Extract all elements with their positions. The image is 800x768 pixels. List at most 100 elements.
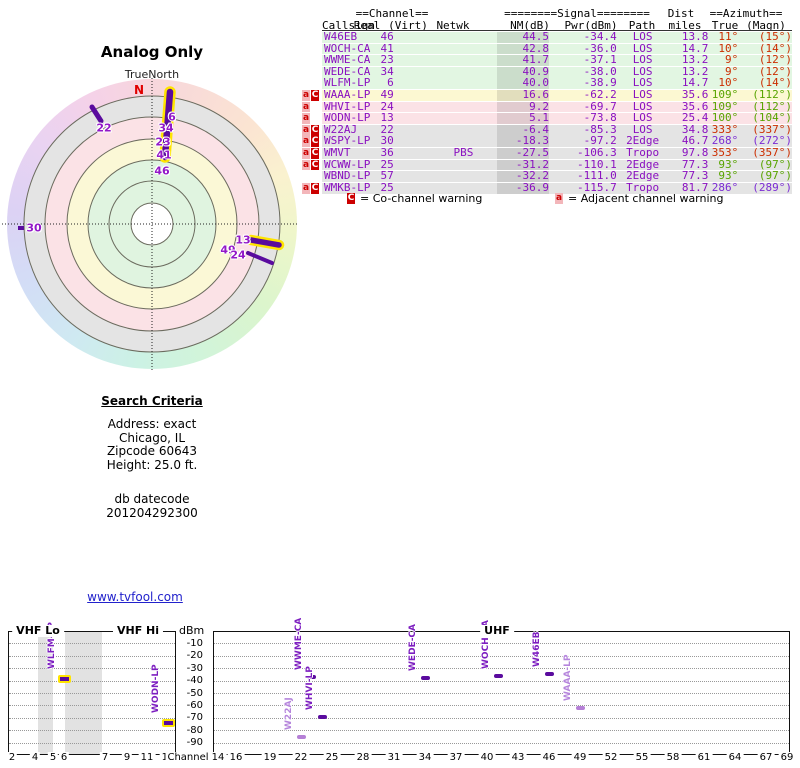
co-channel-warning-icon: C [311,159,319,171]
station-callsign-label: WODN-LP [151,663,161,713]
station-marker [296,734,306,739]
cell-virt [394,32,430,43]
cell-nm: -36.9 [497,182,550,194]
station-callsign-label: WAAA-LP [563,654,573,702]
adjacent-warning-icon: a [302,124,310,136]
gridline [9,742,175,744]
cell-virt [394,55,430,66]
channel-tick-label: 69 [778,752,796,763]
channel-tick-label: 28 [354,752,372,763]
dbm-tick-label: -50 [186,687,203,699]
db-datecode-line: 201204292300 [106,505,198,520]
gridline [214,730,789,732]
gridline [214,717,789,719]
cell-virt [394,90,430,101]
tvfool-link[interactable]: www.tvfool.com [87,590,183,604]
search-criteria: Search Criteria Address: exact Chicago, I… [32,390,272,520]
header-channel-group: ==Channel== [355,7,429,20]
band-label: VHF Hi [112,625,164,637]
polar-channel-label: 41 [156,148,172,162]
station-callsign-label: WHVI-LP [305,666,315,711]
channel-tick-label: 31 [385,752,403,763]
col-path: Path [628,18,656,32]
polar-channel-label: 23 [155,135,171,149]
adjacent-warning-icon: a [302,90,310,101]
adjacent-warning-icon: a [302,136,310,148]
channel-tick-label: 34 [416,752,434,763]
col-netwk: Netwk [436,18,470,32]
polar-channel-label: 13 [235,233,251,247]
channel-tick-label: 37 [447,752,465,763]
station-callsign-label: W46EB [532,631,542,667]
col-magn: (Magn) [746,18,786,32]
search-criteria-line: Zipcode 60643 [106,444,198,458]
channel-tick-label: 4 [29,752,41,763]
channel-tick-label: 55 [633,752,651,763]
gridline [214,680,789,682]
polar-channel-label: 30 [26,221,42,235]
true-north-label: TrueNorth [124,68,180,81]
station-callsign-label: WEDE-CA [408,624,418,672]
gridline [9,717,175,719]
gridline [214,705,789,707]
search-criteria-line: Chicago, IL [118,430,186,445]
dbm-tick-label: -30 [186,662,203,674]
db-datecode-line: db datecode [114,492,190,506]
col-miles: miles [668,18,702,32]
table-row: aCWWME-CA2341.7-37.1LOS13.29°(12°) [302,54,798,66]
header-signal-group: ========Signal======== [504,7,650,20]
dbm-tick-label: -70 [186,712,203,724]
channel-tick-label: 40 [478,752,496,763]
cell-netwk [430,90,498,101]
cell-netwk [430,171,498,182]
co-channel-warning-icon: C [311,182,319,194]
adjacent-warning-icon: a [302,159,310,171]
channel-tick-label: 61 [695,752,713,763]
cell-virt [394,102,430,113]
cell-netwk [430,160,498,171]
channel-tick-label: 14 [209,752,227,763]
polar-plot [2,78,298,370]
col-pwr: Pwr(dBm) [564,18,618,32]
cell-netwk [430,78,498,89]
table-row: aCWOCH-CA4142.8-36.0LOS14.710°(14°) [302,43,798,55]
station-marker [544,671,554,676]
gridline [9,730,175,732]
channel-tick-label: 22 [292,752,310,763]
polar-channel-label: 46 [154,164,170,178]
cell-netwk [430,55,498,66]
cell-virt [394,171,430,182]
channel-tick-label: 16 [227,752,245,763]
cell-netwk [430,125,498,136]
cell-netwk [430,44,498,55]
cell-virt [394,136,430,147]
gridline [9,643,175,645]
dbm-tick-label: -90 [186,737,203,749]
channel-tick-label: 7 [99,752,111,763]
channel-tick-label: 49 [571,752,589,763]
cell-virt [394,44,430,55]
header-azimuth-group: ==Azimuth== [709,7,783,20]
adjacent-warning-icon: a [302,113,310,124]
adjacent-channel-warning-icon: a [555,193,563,204]
station-marker [493,673,503,678]
channel-tick-label: 9 [121,752,133,763]
cell-virt [394,67,430,78]
station-marker [575,706,585,711]
dbm-tick-label: -80 [186,724,203,736]
adjacent-warning-icon: a [302,101,310,113]
adjacent-warning-icon: a [302,182,310,194]
band-label: VHF Lo [12,625,64,637]
station-marker [317,715,327,720]
station-callsign-label: WWME-CA [294,617,304,670]
dbm-tick-label: -40 [186,675,203,687]
col-nm: NM(dB) [510,18,550,32]
cell-netwk [430,32,498,43]
gridline [9,655,175,657]
channel-tick-label: 19 [261,752,279,763]
cell-virt [394,125,430,136]
station-marker [161,718,175,727]
channel-tick-label: 58 [664,752,682,763]
col-true: True [711,18,739,32]
polar-title: Analog Only [100,43,204,61]
